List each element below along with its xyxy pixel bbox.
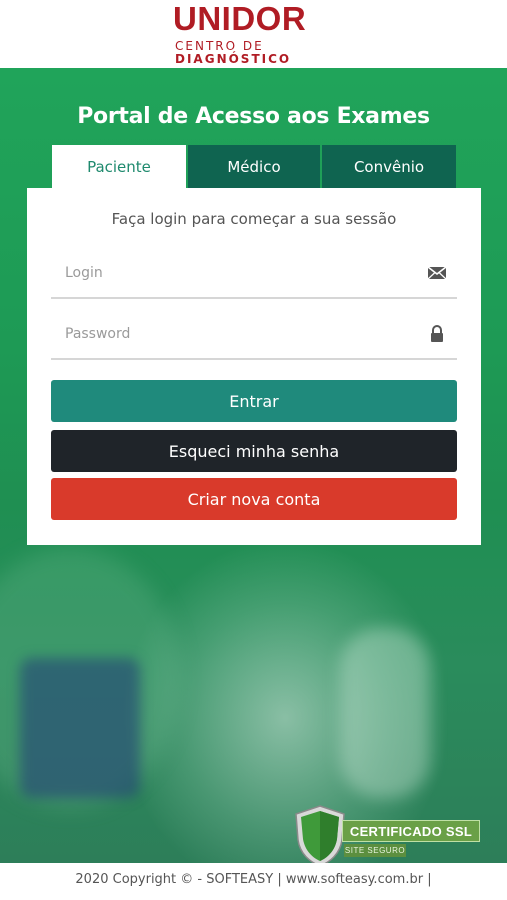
tab-paciente[interactable]: Paciente	[52, 145, 186, 188]
footer: 2020 Copyright © - SOFTEASY | www.softea…	[0, 863, 507, 900]
login-type-tabs: Paciente Médico Convênio	[52, 145, 456, 188]
login-card: Faça login para começar a sua sessão Ent…	[27, 188, 481, 545]
lock-icon	[427, 325, 447, 343]
ssl-sublabel: SITE SEGURO	[344, 844, 406, 857]
unidor-logo[interactable]: UNIDOR CENTRO DE DIAGNÓSTICO	[173, 0, 323, 67]
header: UNIDOR CENTRO DE DIAGNÓSTICO	[0, 0, 507, 68]
tab-medico[interactable]: Médico	[188, 145, 320, 188]
password-input[interactable]	[51, 312, 411, 356]
background-blur	[20, 658, 140, 798]
logo-subtitle-line2: DIAGNÓSTICO	[175, 52, 292, 66]
background-blur	[340, 628, 430, 798]
logo-main-text: UNIDOR	[173, 0, 307, 37]
password-field	[51, 312, 457, 360]
envelope-icon	[427, 264, 447, 282]
copyright-text: 2020 Copyright © - SOFTEASY | www.softea…	[75, 872, 432, 887]
login-field	[51, 251, 457, 299]
portal-title: Portal de Acesso aos Exames	[77, 104, 430, 129]
login-subtitle: Faça login para começar a sua sessão	[111, 210, 397, 228]
ssl-label: CERTIFICADO SSL	[342, 820, 480, 842]
tab-convenio[interactable]: Convênio	[322, 145, 456, 188]
shield-icon	[292, 804, 348, 868]
login-input[interactable]	[51, 251, 411, 295]
logo-subtitle-line1: CENTRO DE	[175, 39, 264, 53]
ssl-certificate-badge[interactable]: CERTIFICADO SSL SITE SEGURO	[292, 804, 488, 868]
forgot-password-button[interactable]: Esqueci minha senha	[51, 430, 457, 472]
create-account-button[interactable]: Criar nova conta	[51, 478, 457, 520]
enter-button[interactable]: Entrar	[51, 380, 457, 422]
